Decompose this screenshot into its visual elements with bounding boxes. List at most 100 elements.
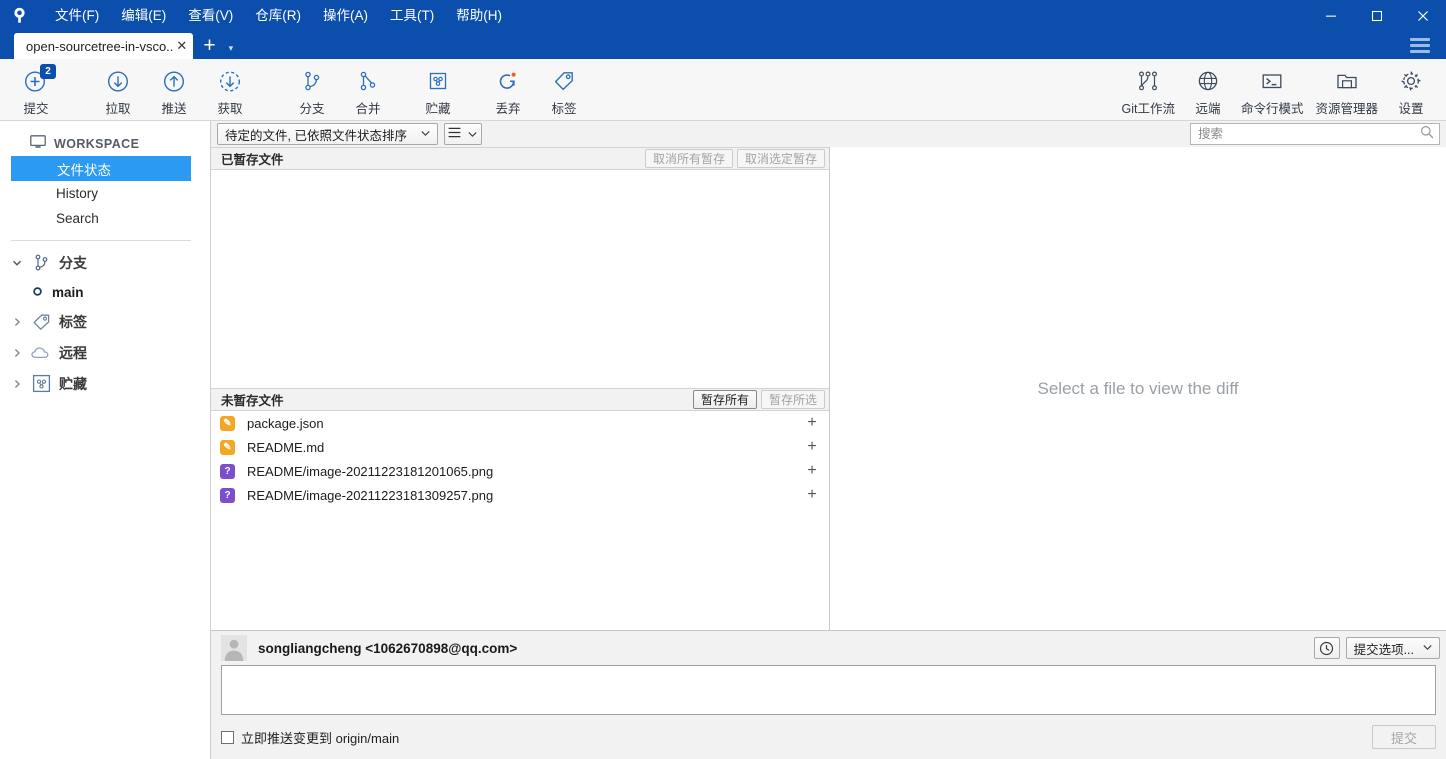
- clock-history-icon[interactable]: [1313, 637, 1340, 659]
- toolbar-right-group: Git工作流 远端 命令行模式 资源管理器 设置: [1115, 62, 1438, 118]
- menu-file[interactable]: 文件(F): [44, 2, 110, 30]
- list-item[interactable]: ? README/image-20211223181309257.png +: [211, 483, 829, 507]
- sidebar-group-remotes[interactable]: 远程: [0, 337, 210, 368]
- pull-icon: [105, 68, 131, 95]
- sourcetree-window: 文件(F) 编辑(E) 查看(V) 仓库(R) 操作(A) 工具(T) 帮助(H…: [0, 0, 1446, 759]
- menu-help[interactable]: 帮助(H): [445, 2, 513, 30]
- maximize-button[interactable]: [1354, 0, 1400, 31]
- hamburger-menu-icon[interactable]: [1410, 34, 1434, 56]
- search-box[interactable]: [1190, 123, 1440, 145]
- close-icon[interactable]: ✕: [176, 38, 187, 54]
- staged-files-list[interactable]: [211, 170, 829, 388]
- main-toolbar: 2 提交 拉取 推送 获取 分支 合并 贮藏 丢弃 标签 Git工作流 远端 命…: [0, 59, 1446, 121]
- cloud-icon: [30, 346, 52, 360]
- new-tab-button[interactable]: +: [193, 35, 224, 59]
- search-input[interactable]: [1198, 127, 1420, 141]
- toolbar-stash-button[interactable]: 贮藏: [410, 62, 466, 118]
- toolbar-branch-label: 分支: [299, 101, 325, 116]
- stage-all-button[interactable]: 暂存所有: [692, 390, 757, 409]
- sidebar-item-file-status[interactable]: 文件状态: [11, 156, 191, 181]
- stage-file-button[interactable]: +: [805, 462, 819, 480]
- close-button[interactable]: [1400, 0, 1446, 31]
- main-content: WORKSPACE 文件状态 History Search 分支 main 标签…: [0, 121, 1446, 759]
- push-immediately-checkbox[interactable]: 立即推送变更到 origin/main: [221, 728, 399, 747]
- sidebar-group-branches[interactable]: 分支: [0, 247, 210, 278]
- toolbar-explorer-button[interactable]: 资源管理器: [1309, 62, 1384, 118]
- sidebar-branch-label: main: [52, 284, 84, 300]
- branch-bullet-icon: [32, 285, 43, 300]
- push-icon: [161, 68, 187, 95]
- chevron-down-icon[interactable]: ▾: [225, 43, 242, 59]
- sidebar-workspace-header: WORKSPACE: [0, 131, 210, 156]
- toolbar-merge-button[interactable]: 合并: [340, 62, 396, 118]
- stash-icon: [30, 374, 52, 393]
- menu-view[interactable]: 查看(V): [177, 2, 244, 30]
- merge-icon: [355, 68, 381, 95]
- toolbar-terminal-button[interactable]: 命令行模式: [1235, 62, 1310, 118]
- view-mode-select[interactable]: [443, 123, 482, 145]
- list-item[interactable]: ✎ package.json +: [211, 411, 829, 435]
- chevron-down-icon: [421, 129, 430, 139]
- tab-repository[interactable]: open-sourcetree-in-vsco.. ✕: [14, 33, 194, 59]
- commit-message-input[interactable]: [222, 666, 1435, 714]
- menu-actions[interactable]: 操作(A): [312, 2, 379, 30]
- gitflow-icon: [1135, 68, 1161, 95]
- minimize-button[interactable]: [1308, 0, 1354, 31]
- toolbar-commit-button[interactable]: 2 提交: [8, 62, 64, 118]
- staged-pane-title: 已暂存文件: [221, 153, 284, 167]
- file-name: README/image-20211223181201065.png: [247, 463, 494, 479]
- tag-icon: [30, 313, 52, 331]
- sidebar-item-history[interactable]: History: [0, 181, 210, 206]
- commit-button[interactable]: 提交: [1372, 725, 1436, 749]
- unstage-all-button[interactable]: 取消所有暂存: [644, 149, 733, 168]
- file-panes: 已暂存文件 取消所有暂存 取消选定暂存 未暂存文件 暂存所有 暂存所选 ✎ pa…: [211, 147, 830, 630]
- sidebar-group-branches-label: 分支: [59, 254, 87, 271]
- menu-repository[interactable]: 仓库(R): [244, 2, 312, 30]
- menu-bar: 文件(F) 编辑(E) 查看(V) 仓库(R) 操作(A) 工具(T) 帮助(H…: [44, 0, 513, 31]
- unstaged-files-list[interactable]: ✎ package.json + ✎ README.md + ? README/…: [211, 411, 829, 630]
- menu-edit[interactable]: 编辑(E): [110, 2, 177, 30]
- toolbar-discard-label: 丢弃: [495, 101, 521, 116]
- commit-author-name: songliangcheng <1062670898@qq.com>: [258, 640, 518, 656]
- toolbar-gitflow-button[interactable]: Git工作流: [1115, 62, 1180, 118]
- push-immediately-label: 立即推送变更到 origin/main: [241, 730, 400, 746]
- sidebar-workspace-label: WORKSPACE: [54, 136, 140, 151]
- sidebar-item-search[interactable]: Search: [0, 206, 210, 231]
- monitor-icon: [30, 135, 46, 152]
- list-item[interactable]: ✎ README.md +: [211, 435, 829, 459]
- stage-file-button[interactable]: +: [805, 414, 819, 432]
- toolbar-fetch-button[interactable]: 获取: [202, 62, 258, 118]
- toolbar-pull-button[interactable]: 拉取: [90, 62, 146, 118]
- toolbar-settings-button[interactable]: 设置: [1384, 62, 1438, 118]
- window-controls: [1308, 0, 1446, 31]
- toolbar-push-label: 推送: [161, 101, 187, 116]
- sidebar-divider: [11, 240, 191, 241]
- commit-message-box[interactable]: [221, 665, 1436, 715]
- list-item[interactable]: ? README/image-20211223181201065.png +: [211, 459, 829, 483]
- toolbar-left-group: 2 提交 拉取 推送 获取 分支 合并 贮藏 丢弃 标签: [8, 62, 592, 118]
- checkbox-box[interactable]: [221, 730, 234, 744]
- file-name: README.md: [247, 439, 325, 455]
- sidebar-group-stashes-label: 贮藏: [59, 375, 87, 392]
- sidebar-group-tags[interactable]: 标签: [0, 306, 210, 337]
- unstage-selected-button[interactable]: 取消选定暂存: [736, 149, 825, 168]
- sidebar-branch-main[interactable]: main: [0, 278, 210, 306]
- chevron-down-icon: [11, 258, 23, 268]
- toolbar-branch-button[interactable]: 分支: [284, 62, 340, 118]
- toolbar-remote-button[interactable]: 远端: [1181, 62, 1235, 118]
- stage-selected-button[interactable]: 暂存所选: [760, 390, 825, 409]
- toolbar-tag-button[interactable]: 标签: [536, 62, 592, 118]
- commit-area: songliangcheng <1062670898@qq.com> 提交选项.…: [211, 630, 1446, 759]
- chevron-right-icon: [11, 348, 23, 358]
- stage-file-button[interactable]: +: [805, 486, 819, 504]
- fetch-icon: [217, 68, 243, 95]
- toolbar-push-button[interactable]: 推送: [146, 62, 202, 118]
- file-sort-select[interactable]: 待定的文件, 已依照文件状态排序: [217, 123, 438, 145]
- search-icon[interactable]: [1420, 125, 1434, 144]
- commit-options-button[interactable]: 提交选项...: [1345, 637, 1440, 659]
- toolbar-discard-button[interactable]: 丢弃: [480, 62, 536, 118]
- sidebar: WORKSPACE 文件状态 History Search 分支 main 标签…: [0, 121, 211, 759]
- menu-tools[interactable]: 工具(T): [379, 2, 445, 30]
- stage-file-button[interactable]: +: [805, 438, 819, 456]
- sidebar-group-stashes[interactable]: 贮藏: [0, 368, 210, 399]
